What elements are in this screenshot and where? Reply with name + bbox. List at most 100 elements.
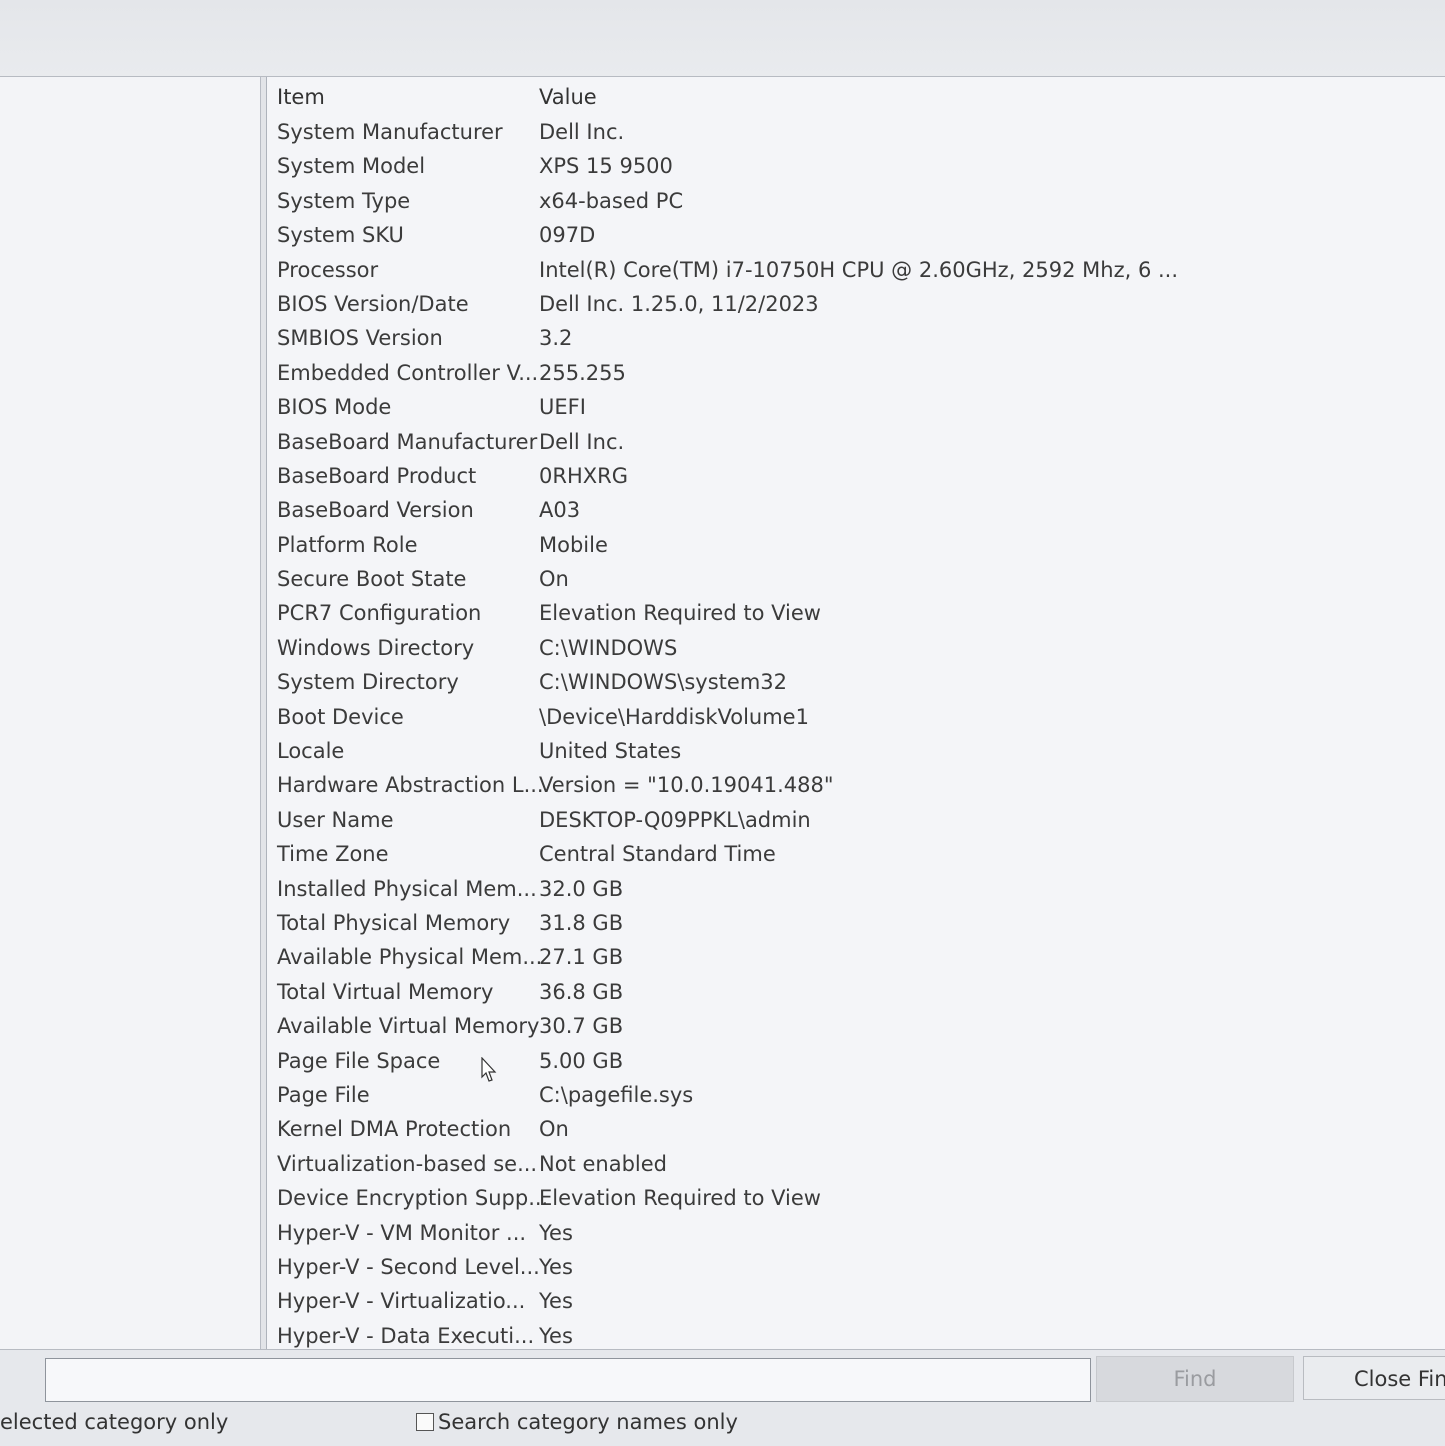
- row-item-label: BaseBoard Manufacturer: [277, 429, 538, 454]
- list-row[interactable]: BaseBoard Version A03: [277, 495, 1437, 529]
- list-row[interactable]: Windows Directory C:\WINDOWS: [277, 633, 1437, 667]
- search-category-names-checkbox[interactable]: [416, 1413, 434, 1431]
- row-value: Yes: [539, 1254, 573, 1279]
- row-item-label: Virtualization-based se...: [277, 1151, 538, 1176]
- row-item-label: System Type: [277, 188, 411, 213]
- row-value: Yes: [539, 1220, 573, 1245]
- list-row[interactable]: System Manufacturer Dell Inc.: [277, 117, 1437, 151]
- row-item-label: System Manufacturer: [277, 120, 503, 144]
- list-row[interactable]: Page File C:\pagefile.sys: [277, 1080, 1437, 1114]
- row-item-label: System Model: [277, 154, 426, 179]
- row-value: On: [539, 1117, 569, 1142]
- row-value: Yes: [539, 1289, 573, 1314]
- row-item-label: Page File Space: [277, 1048, 441, 1073]
- list-row[interactable]: BIOS Version/Date Dell Inc. 1.25.0, 11/2/…: [277, 289, 1437, 323]
- list-row[interactable]: Kernel DMA Protection On: [277, 1114, 1437, 1148]
- row-item-label: Hyper-V - Virtualizatio...: [277, 1289, 526, 1314]
- list-row[interactable]: BaseBoard Manufacturer Dell Inc.: [277, 427, 1437, 461]
- list-row[interactable]: System Type x64-based PC: [277, 186, 1437, 220]
- list-row[interactable]: Locale United States: [277, 736, 1437, 770]
- row-value: C:\pagefile.sys: [539, 1082, 694, 1107]
- row-item-label: BIOS Mode: [277, 395, 392, 420]
- find-what-input[interactable]: [45, 1358, 1091, 1402]
- row-item-label: BaseBoard Product: [277, 463, 477, 488]
- list-row[interactable]: BIOS Mode UEFI: [277, 392, 1437, 426]
- row-item-label: PCR7 Configuration: [277, 601, 482, 626]
- row-value: Not enabled: [539, 1151, 667, 1176]
- row-value: 32.0 GB: [539, 876, 624, 901]
- row-item-label: Time Zone: [277, 842, 389, 867]
- row-item-label: Total Physical Memory: [277, 910, 511, 935]
- row-value: UEFI: [539, 395, 586, 420]
- row-item-label: System Directory: [277, 670, 459, 695]
- row-value: DESKTOP-Q09PPKL\admin: [539, 807, 811, 832]
- list-row[interactable]: Available Virtual Memory 30.7 GB: [277, 1011, 1437, 1045]
- row-value: 255.255: [539, 360, 626, 385]
- row-value: 36.8 GB: [539, 979, 624, 1004]
- list-row[interactable]: Hardware Abstraction L... Version = "10.0…: [277, 770, 1437, 804]
- row-value: Mobile: [539, 532, 608, 557]
- search-category-names-label: Search category names only: [438, 1410, 738, 1434]
- list-row[interactable]: BaseBoard Product 0RHXRG: [277, 461, 1437, 495]
- list-row[interactable]: Page File Space 5.00 GB: [277, 1046, 1437, 1080]
- category-tree-pane[interactable]: [0, 77, 261, 1349]
- row-item-label: Total Virtual Memory: [277, 979, 494, 1004]
- menu-toolbar-area: [0, 0, 1445, 77]
- list-row[interactable]: Embedded Controller V... 255.255: [277, 358, 1437, 392]
- find-bar: Find Close Find elected category only Se…: [0, 1349, 1445, 1446]
- search-category-names-option[interactable]: Search category names only: [416, 1410, 738, 1434]
- row-value: Elevation Required to View: [539, 1186, 821, 1211]
- row-value: Intel(R) Core(TM) i7-10750H CPU @ 2.60GH…: [539, 257, 1179, 282]
- column-header-item[interactable]: Item: [277, 85, 325, 109]
- search-selected-category-option[interactable]: elected category only: [0, 1410, 228, 1434]
- list-row[interactable]: System SKU 097D: [277, 220, 1437, 254]
- list-row[interactable]: Total Physical Memory 31.8 GB: [277, 908, 1437, 942]
- find-button[interactable]: Find: [1096, 1356, 1294, 1402]
- row-value: 31.8 GB: [539, 910, 624, 935]
- list-row[interactable]: Total Virtual Memory 36.8 GB: [277, 977, 1437, 1011]
- list-row[interactable]: Virtualization-based se... Not enabled: [277, 1149, 1437, 1183]
- row-value: C:\WINDOWS: [539, 635, 678, 660]
- row-value: 0RHXRG: [539, 463, 628, 488]
- list-row[interactable]: System Model XPS 15 9500: [277, 151, 1437, 185]
- row-value: 5.00 GB: [539, 1048, 624, 1073]
- row-value: Central Standard Time: [539, 842, 776, 867]
- row-value: Version = "10.0.19041.488": [539, 773, 834, 798]
- row-value: Elevation Required to View: [539, 601, 821, 626]
- list-row[interactable]: Boot Device \Device\HarddiskVolume1: [277, 702, 1437, 736]
- list-body: System Manufacturer Dell Inc. System Model…: [277, 117, 1437, 1355]
- list-row[interactable]: Platform Role Mobile: [277, 530, 1437, 564]
- list-row[interactable]: PCR7 Configuration Elevation Required to …: [277, 598, 1437, 632]
- list-row[interactable]: Hyper-V - Second Level... Yes: [277, 1252, 1437, 1286]
- row-item-label: Locale: [277, 739, 345, 764]
- list-row[interactable]: Time Zone Central Standard Time: [277, 839, 1437, 873]
- row-value: x64-based PC: [539, 188, 684, 213]
- row-item-label: Hyper-V - Second Level...: [277, 1254, 540, 1279]
- list-row[interactable]: SMBIOS Version 3.2: [277, 323, 1437, 357]
- list-row[interactable]: Installed Physical Mem... 32.0 GB: [277, 874, 1437, 908]
- row-item-label: System SKU: [277, 223, 404, 248]
- list-row[interactable]: Processor Intel(R) Core(TM) i7-10750H CPU…: [277, 255, 1437, 289]
- row-item-label: Kernel DMA Protection: [277, 1117, 512, 1142]
- close-find-button[interactable]: Close Find: [1303, 1356, 1445, 1400]
- row-value: 097D: [539, 223, 596, 248]
- column-header-value[interactable]: Value: [539, 85, 597, 109]
- row-item-label: Installed Physical Mem...: [277, 876, 537, 901]
- row-item-label: Hyper-V - VM Monitor ...: [277, 1220, 527, 1245]
- list-row[interactable]: System Directory C:\WINDOWS\system32: [277, 667, 1437, 701]
- row-item-label: BaseBoard Version: [277, 498, 474, 523]
- row-item-label: Page File: [277, 1082, 370, 1107]
- row-value: C:\WINDOWS\system32: [539, 670, 787, 695]
- row-item-label: Windows Directory: [277, 635, 475, 660]
- row-item-label: Secure Boot State: [277, 567, 467, 592]
- row-value: Yes: [539, 1323, 573, 1348]
- list-row[interactable]: User Name DESKTOP-Q09PPKL\admin: [277, 805, 1437, 839]
- row-value: Dell Inc. 1.25.0, 11/2/2023: [539, 291, 819, 316]
- list-row[interactable]: Available Physical Mem... 27.1 GB: [277, 942, 1437, 976]
- row-item-label: Hardware Abstraction L...: [277, 773, 544, 798]
- list-row[interactable]: Hyper-V - Virtualizatio... Yes: [277, 1286, 1437, 1320]
- list-row[interactable]: Device Encryption Supp... Elevation Requi…: [277, 1183, 1437, 1217]
- list-row[interactable]: Hyper-V - VM Monitor ... Yes: [277, 1218, 1437, 1252]
- list-row[interactable]: Secure Boot State On: [277, 564, 1437, 598]
- row-value: 27.1 GB: [539, 945, 624, 970]
